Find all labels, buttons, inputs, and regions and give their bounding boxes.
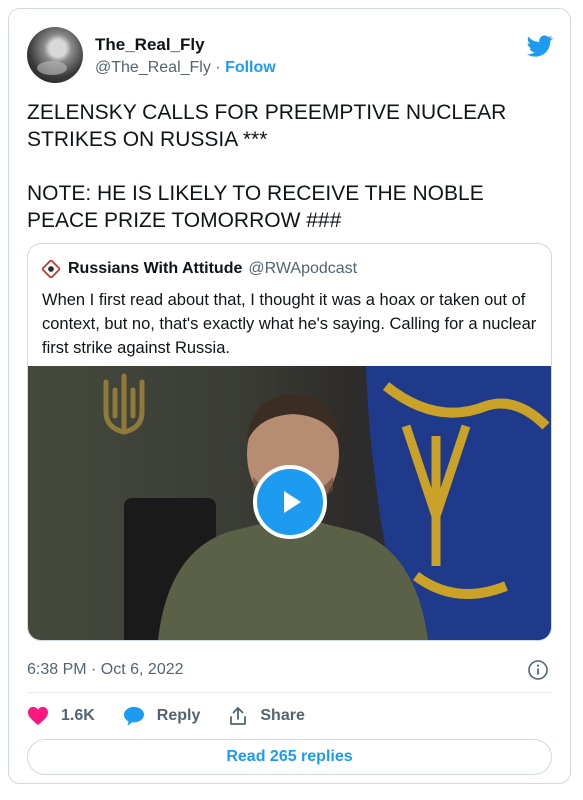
author-handle-line: @The_Real_Fly · Follow <box>95 59 276 77</box>
quoted-tweet[interactable]: Russians With Attitude @RWApodcast When … <box>27 243 552 641</box>
tweet-card: The_Real_Fly @The_Real_Fly · Follow ZELE… <box>8 8 571 784</box>
play-button[interactable] <box>253 465 327 539</box>
share-button[interactable]: Share <box>228 706 305 726</box>
reply-button[interactable]: Reply <box>123 706 201 726</box>
follow-link[interactable]: Follow <box>225 59 276 76</box>
share-label: Share <box>260 707 305 724</box>
tweet-text: ZELENSKY CALLS FOR PREEMPTIVE NUCLEAR ST… <box>27 101 507 232</box>
quoted-tweet-header: Russians With Attitude @RWApodcast <box>42 258 357 280</box>
like-button[interactable]: 1.6K <box>27 706 95 726</box>
author-avatar[interactable] <box>27 27 83 83</box>
twitter-bird-icon[interactable] <box>525 33 555 59</box>
quoted-tweet-text: When I first read about that, I thought … <box>42 291 537 357</box>
tweet-timestamp[interactable]: 6:38 PM · Oct 6, 2022 <box>27 661 184 679</box>
heart-icon <box>28 706 48 726</box>
video-player[interactable] <box>28 366 551 640</box>
quoted-display-name[interactable]: Russians With Attitude <box>68 260 242 278</box>
like-count: 1.6K <box>61 707 95 724</box>
share-icon <box>230 707 247 725</box>
author-handle[interactable]: @The_Real_Fly <box>95 59 211 76</box>
quoted-handle[interactable]: @RWApodcast <box>248 260 357 278</box>
trident-emblem-icon <box>103 373 145 435</box>
reply-bubble-icon <box>123 706 144 726</box>
play-icon <box>284 491 301 513</box>
rwa-logo-icon <box>42 260 60 278</box>
author-display-name[interactable]: The_Real_Fly <box>95 35 205 55</box>
tweet-actions: 1.6K Reply Share <box>27 703 333 729</box>
handle-separator: · <box>210 59 226 76</box>
read-replies-button[interactable]: Read 265 replies <box>27 739 552 775</box>
info-icon[interactable] <box>527 659 549 681</box>
divider <box>27 692 552 693</box>
reply-label: Reply <box>156 707 201 724</box>
